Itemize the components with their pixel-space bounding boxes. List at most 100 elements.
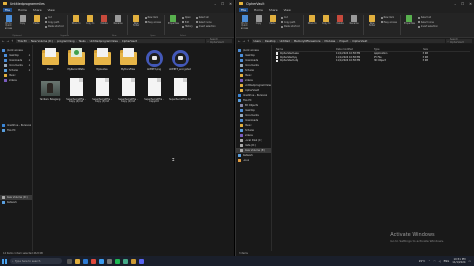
open-button[interactable]: Open: [181, 16, 193, 19]
start-button[interactable]: [2, 258, 7, 264]
rename-button[interactable]: Rename: [349, 15, 360, 35]
properties-button[interactable]: Properties: [168, 15, 179, 35]
up-arrow-icon[interactable]: ↑: [11, 39, 14, 43]
vscode-icon[interactable]: [99, 258, 104, 264]
rename-button[interactable]: Rename: [113, 15, 124, 35]
invert-selection-button[interactable]: Invert selection: [195, 25, 216, 28]
forward-arrow-icon[interactable]: →: [7, 39, 10, 43]
history-button[interactable]: History: [181, 25, 193, 28]
file-explorer-icon[interactable]: [75, 258, 80, 264]
maximize-button[interactable]: ☐: [221, 2, 224, 6]
back-arrow-icon[interactable]: ←: [238, 39, 241, 43]
back-arrow-icon[interactable]: ←: [2, 39, 5, 43]
cut-button[interactable]: Cut: [281, 16, 300, 19]
table-row[interactable]: CipherVault.obj 11/1/2024 10:58 PM 3D Obje…: [276, 59, 470, 63]
temperature[interactable]: 29°C: [419, 260, 425, 263]
folder-item[interactable]: Music: [37, 48, 63, 72]
column-size[interactable]: Size: [408, 48, 428, 51]
paste-shortcut-button[interactable]: Paste shortcut: [281, 25, 300, 28]
delete-button[interactable]: Delete: [99, 15, 110, 35]
language-indicator[interactable]: ENG: [444, 260, 450, 263]
file-item[interactable]: SuperSecretFile - Copy (2).txt: [115, 77, 141, 104]
copy-button[interactable]: Copy: [253, 15, 264, 35]
file-item[interactable]: SuperSecretFile - Copy (3).txt: [89, 77, 115, 104]
move-to-button[interactable]: Move to: [307, 15, 318, 35]
tab-file[interactable]: File: [3, 8, 13, 12]
select-none-button[interactable]: Select none: [195, 21, 216, 24]
search-box[interactable]: ⌕ Search CipherVault: [206, 38, 232, 44]
terminal-icon[interactable]: [107, 258, 112, 264]
volume-icon[interactable]: ◁: [439, 260, 441, 263]
paste-button[interactable]: Paste: [31, 15, 42, 35]
maximize-button[interactable]: ☐: [461, 2, 464, 6]
breadcrumb[interactable]: Desktop: [265, 40, 276, 43]
clock[interactable]: 10:51 PM 11/1/2024: [452, 258, 465, 264]
up-arrow-icon[interactable]: ↑: [247, 39, 250, 43]
tab-view[interactable]: View: [284, 8, 291, 12]
edge-icon[interactable]: [83, 258, 88, 264]
column-name[interactable]: Name: [276, 48, 336, 51]
breadcrumb[interactable]: Untitled: [280, 40, 290, 43]
search-box[interactable]: ⌕ Search CipherVault: [446, 38, 472, 44]
breadcrumb[interactable]: CipherVault: [352, 40, 367, 43]
breadcrumb[interactable]: Project: [339, 40, 348, 43]
move-to-button[interactable]: Move to: [71, 15, 82, 35]
breadcrumb[interactable]: This PC: [18, 40, 28, 43]
copy-button[interactable]: Copy: [17, 15, 28, 35]
delete-button[interactable]: Delete: [335, 15, 346, 35]
wifi-icon[interactable]: ◠: [433, 260, 435, 263]
close-button[interactable]: ✕: [229, 2, 232, 6]
nav-item[interactable]: Linux: [236, 158, 271, 163]
address-bar[interactable]: This PC › New Volume (D:) › programming › T…: [15, 38, 205, 44]
minimize-button[interactable]: –: [454, 2, 456, 6]
paste-shortcut-button[interactable]: Paste shortcut: [45, 25, 64, 28]
file-item[interactable]: SuperSecretFile - Copy (4).txt: [63, 77, 89, 104]
column-date-modified[interactable]: Date modified: [336, 48, 374, 51]
tab-view[interactable]: View: [48, 8, 55, 12]
notification-icon[interactable]: ▭: [469, 260, 471, 263]
discord-icon[interactable]: [139, 258, 144, 264]
spotify-icon[interactable]: [115, 258, 120, 264]
task-view-icon[interactable]: [67, 258, 72, 264]
copy-to-button[interactable]: Copy to: [321, 15, 332, 35]
easy-access-button[interactable]: Easy access: [380, 21, 397, 24]
copy-path-button[interactable]: Copy path: [45, 21, 64, 24]
tab-file[interactable]: File: [239, 8, 249, 12]
copy-to-button[interactable]: Copy to: [85, 15, 96, 35]
address-bar[interactable]: Users › Desktop › Untitled › MemoryOffenseC…: [251, 38, 445, 44]
paste-button[interactable]: Paste: [267, 15, 278, 35]
chevron-up-icon[interactable]: ⌃: [428, 260, 430, 263]
file-item[interactable]: ACERT3_encrypted: [167, 48, 193, 72]
new-item-button[interactable]: New item: [380, 16, 397, 19]
folder-item[interactable]: MyGuides: [89, 48, 115, 72]
pin-quick-access-button[interactable]: Pin to Quick access: [239, 15, 250, 35]
invert-selection-button[interactable]: Invert selection: [417, 25, 438, 28]
new-folder-button[interactable]: New folder: [367, 15, 378, 35]
chrome-icon[interactable]: [91, 258, 96, 264]
app-icon[interactable]: [131, 258, 136, 264]
tab-share[interactable]: Share: [269, 8, 278, 12]
tab-home[interactable]: Home: [18, 8, 27, 12]
nav-network[interactable]: Network: [0, 200, 32, 205]
select-all-button[interactable]: Select all: [195, 16, 216, 19]
breadcrumb[interactable]: Tasks: [79, 40, 86, 43]
easy-access-button[interactable]: Easy access: [144, 21, 161, 24]
properties-button[interactable]: Properties: [404, 15, 415, 35]
copy-path-button[interactable]: Copy path: [281, 21, 300, 24]
breadcrumb[interactable]: Users: [254, 40, 261, 43]
breadcrumb[interactable]: CipherVault: [122, 40, 137, 43]
breadcrumb[interactable]: New Volume (D:): [31, 40, 53, 43]
breadcrumb[interactable]: MemoryOffenseCore: [294, 40, 321, 43]
folder-item[interactable]: MyDocsFiles: [115, 48, 141, 72]
nav-videos[interactable]: Videos: [0, 78, 32, 83]
file-item[interactable]: ACERT3.png: [141, 48, 167, 72]
column-type[interactable]: Type: [374, 48, 408, 51]
minimize-button[interactable]: –: [214, 2, 216, 6]
forward-arrow-icon[interactable]: →: [243, 39, 246, 43]
breadcrumb[interactable]: Untitledprogrammiles: [90, 40, 118, 43]
close-button[interactable]: ✕: [469, 2, 472, 6]
file-item[interactable]: SuperSecretFile.txt: [167, 77, 193, 104]
file-item[interactable]: Yardieru Pelegang: [37, 78, 63, 104]
pin-quick-access-button[interactable]: Pin to Quick access: [3, 15, 14, 35]
breadcrumb[interactable]: programming: [57, 40, 75, 43]
